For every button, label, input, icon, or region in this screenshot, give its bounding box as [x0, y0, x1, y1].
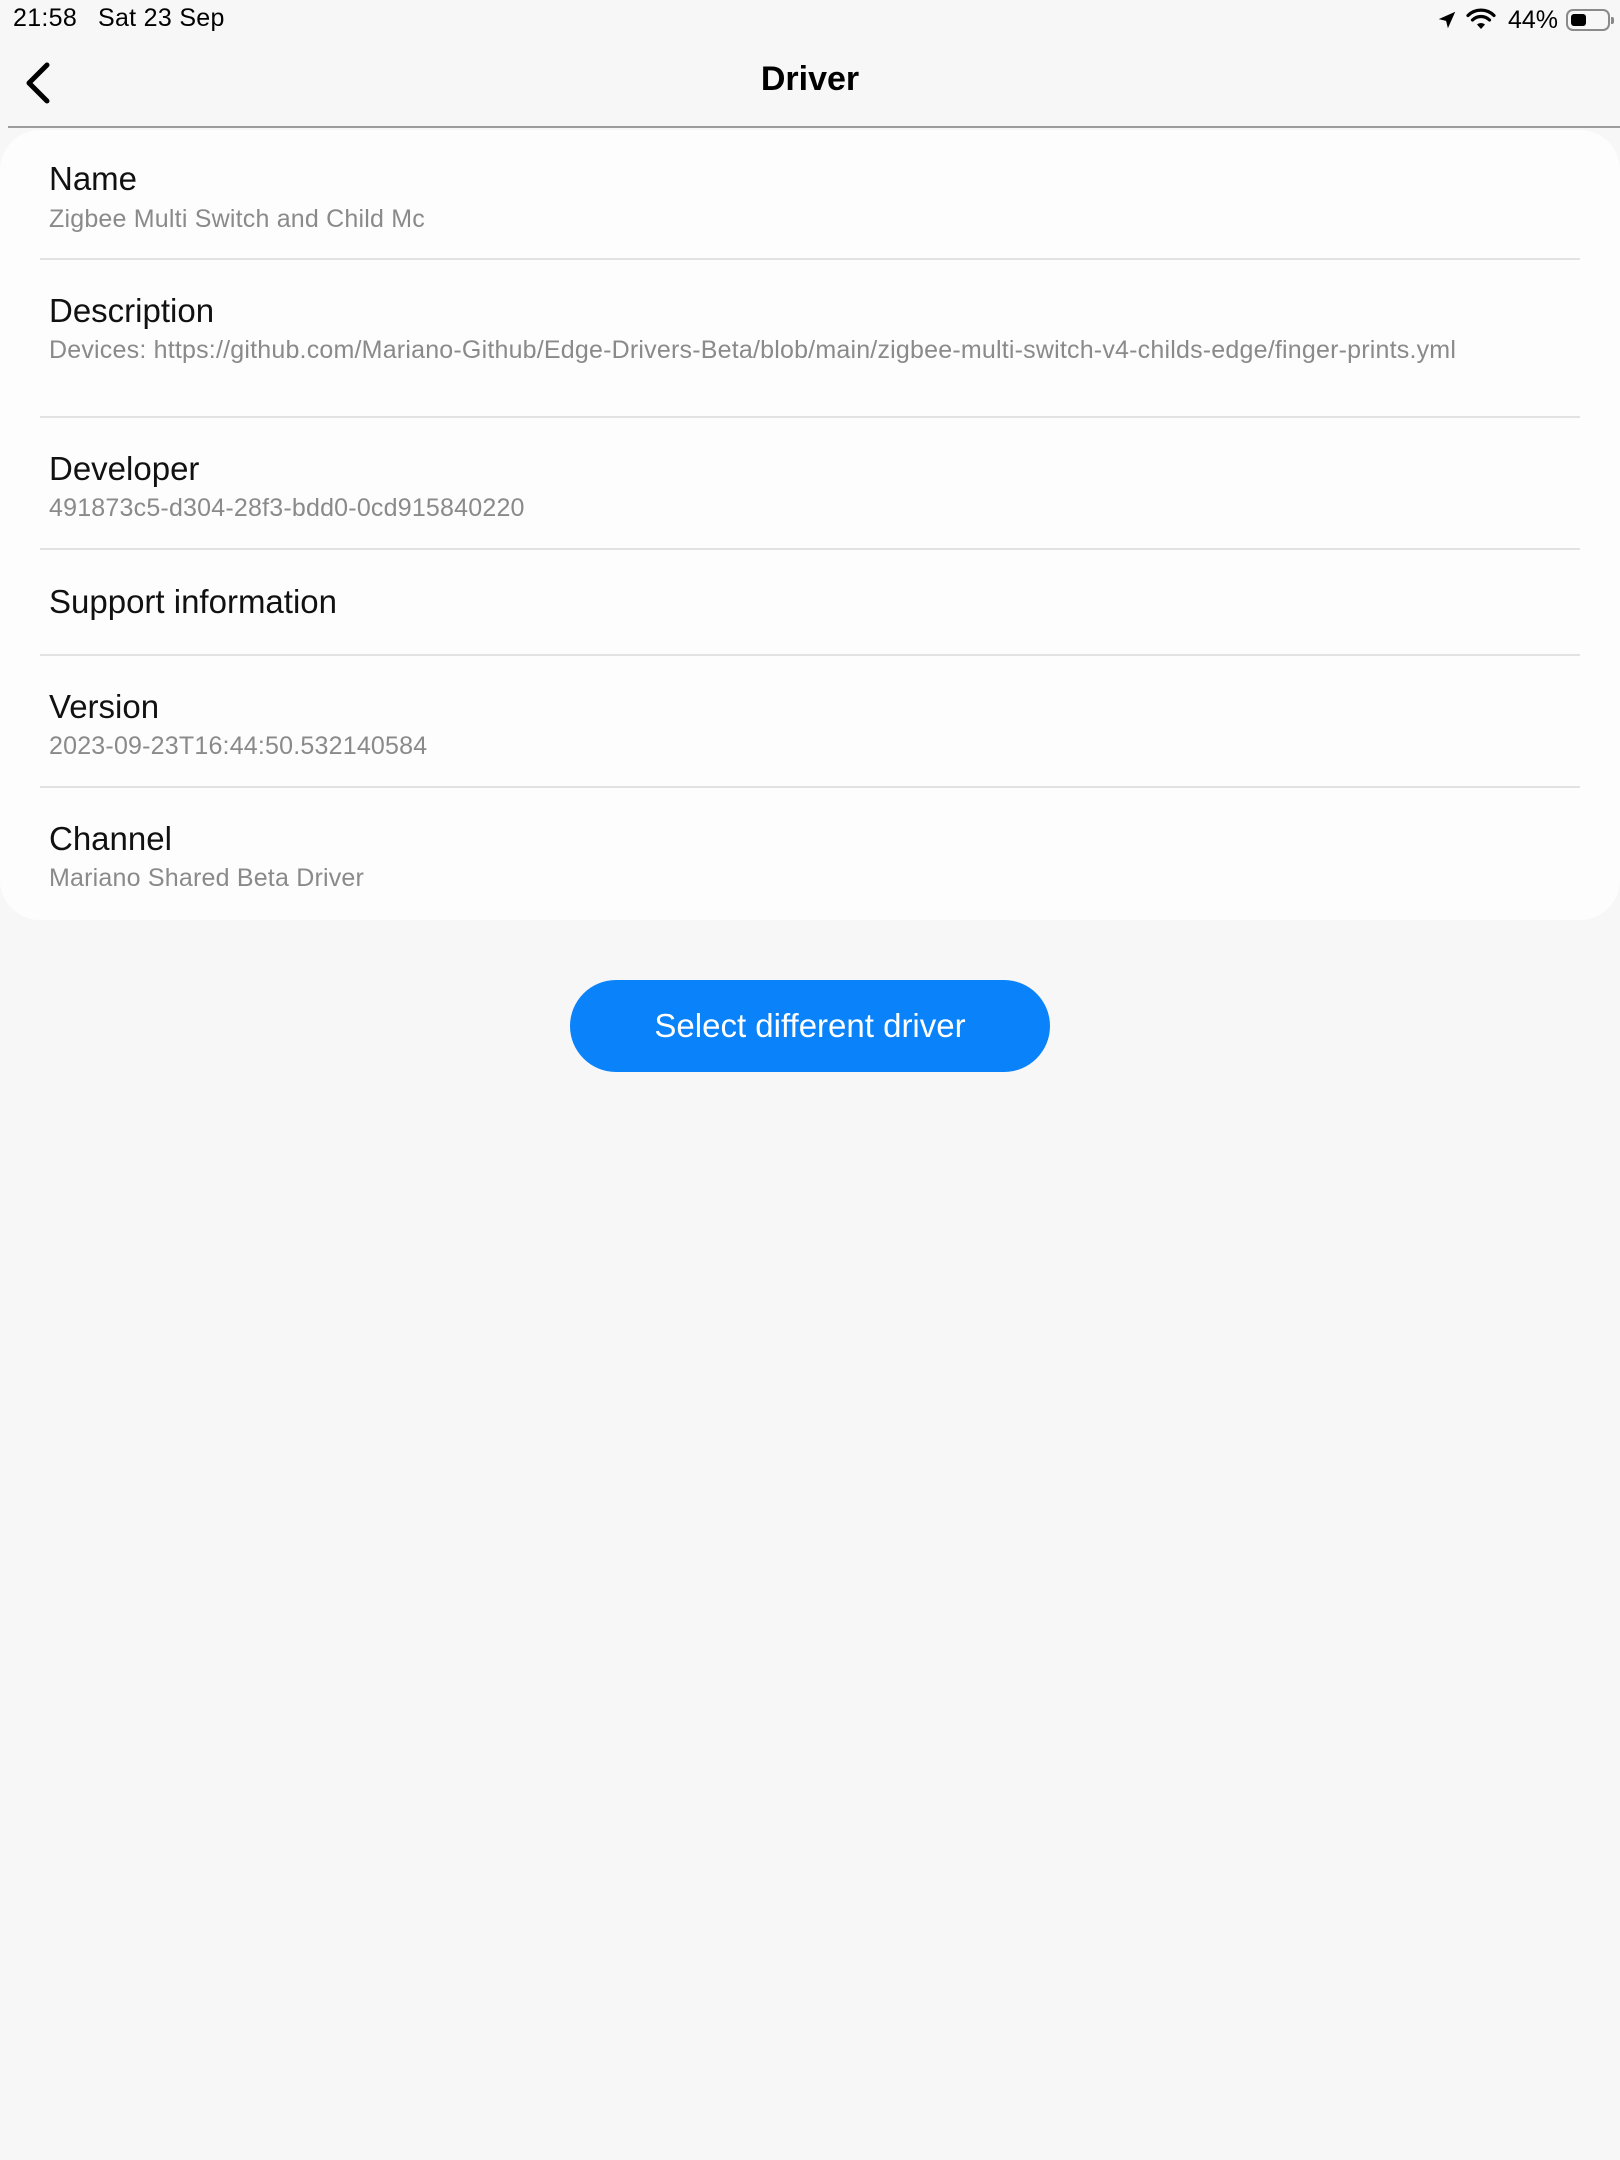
detail-label: Developer: [49, 450, 200, 487]
detail-row-version: Version 2023-09-23T16:44:50.532140584: [40, 656, 1580, 788]
driver-details-card: Name Zigbee Multi Switch and Child Mc De…: [0, 130, 1620, 920]
detail-value: 2023-09-23T16:44:50.532140584: [49, 732, 428, 760]
detail-value: 491873c5-d304-28f3-bdd0-0cd915840220: [49, 494, 525, 522]
page-title: Driver: [760, 60, 860, 98]
location-arrow-icon: [1438, 11, 1456, 29]
detail-row-developer: Developer 491873c5-d304-28f3-bdd0-0cd915…: [40, 418, 1580, 550]
detail-value: Zigbee Multi Switch and Child Mc: [49, 205, 425, 233]
status-date: Sat 23 Sep: [98, 4, 225, 32]
nav-divider: [8, 126, 1620, 128]
detail-value: Mariano Shared Beta Driver: [49, 864, 365, 892]
detail-label: Support information: [49, 583, 337, 620]
detail-label: Description: [49, 292, 215, 329]
status-indicators: 44%: [1436, 3, 1614, 37]
wifi-icon: [1466, 8, 1496, 29]
detail-row-channel: Channel Mariano Shared Beta Driver: [40, 788, 1580, 920]
navigation-bar: Driver: [0, 40, 1620, 126]
detail-label: Name: [49, 160, 138, 197]
detail-row-support[interactable]: Support information: [40, 550, 1580, 656]
battery-percent: 44%: [1507, 5, 1558, 34]
detail-value: Devices: https://github.com/Mariano-Gith…: [49, 336, 1457, 364]
detail-label: Channel: [49, 820, 172, 857]
battery-cap: [1611, 17, 1614, 24]
detail-row-name: Name Zigbee Multi Switch and Child Mc: [40, 130, 1580, 260]
status-time: 21:58: [13, 4, 78, 32]
detail-row-description: Description Devices: https://github.com/…: [40, 260, 1580, 418]
battery-level: [1571, 14, 1586, 26]
select-different-driver-button[interactable]: Select different driver: [570, 980, 1050, 1072]
battery-icon: [1566, 9, 1614, 31]
status-bar: 21:58 Sat 23 Sep 44%: [0, 0, 1620, 40]
detail-label: Version: [49, 688, 160, 725]
